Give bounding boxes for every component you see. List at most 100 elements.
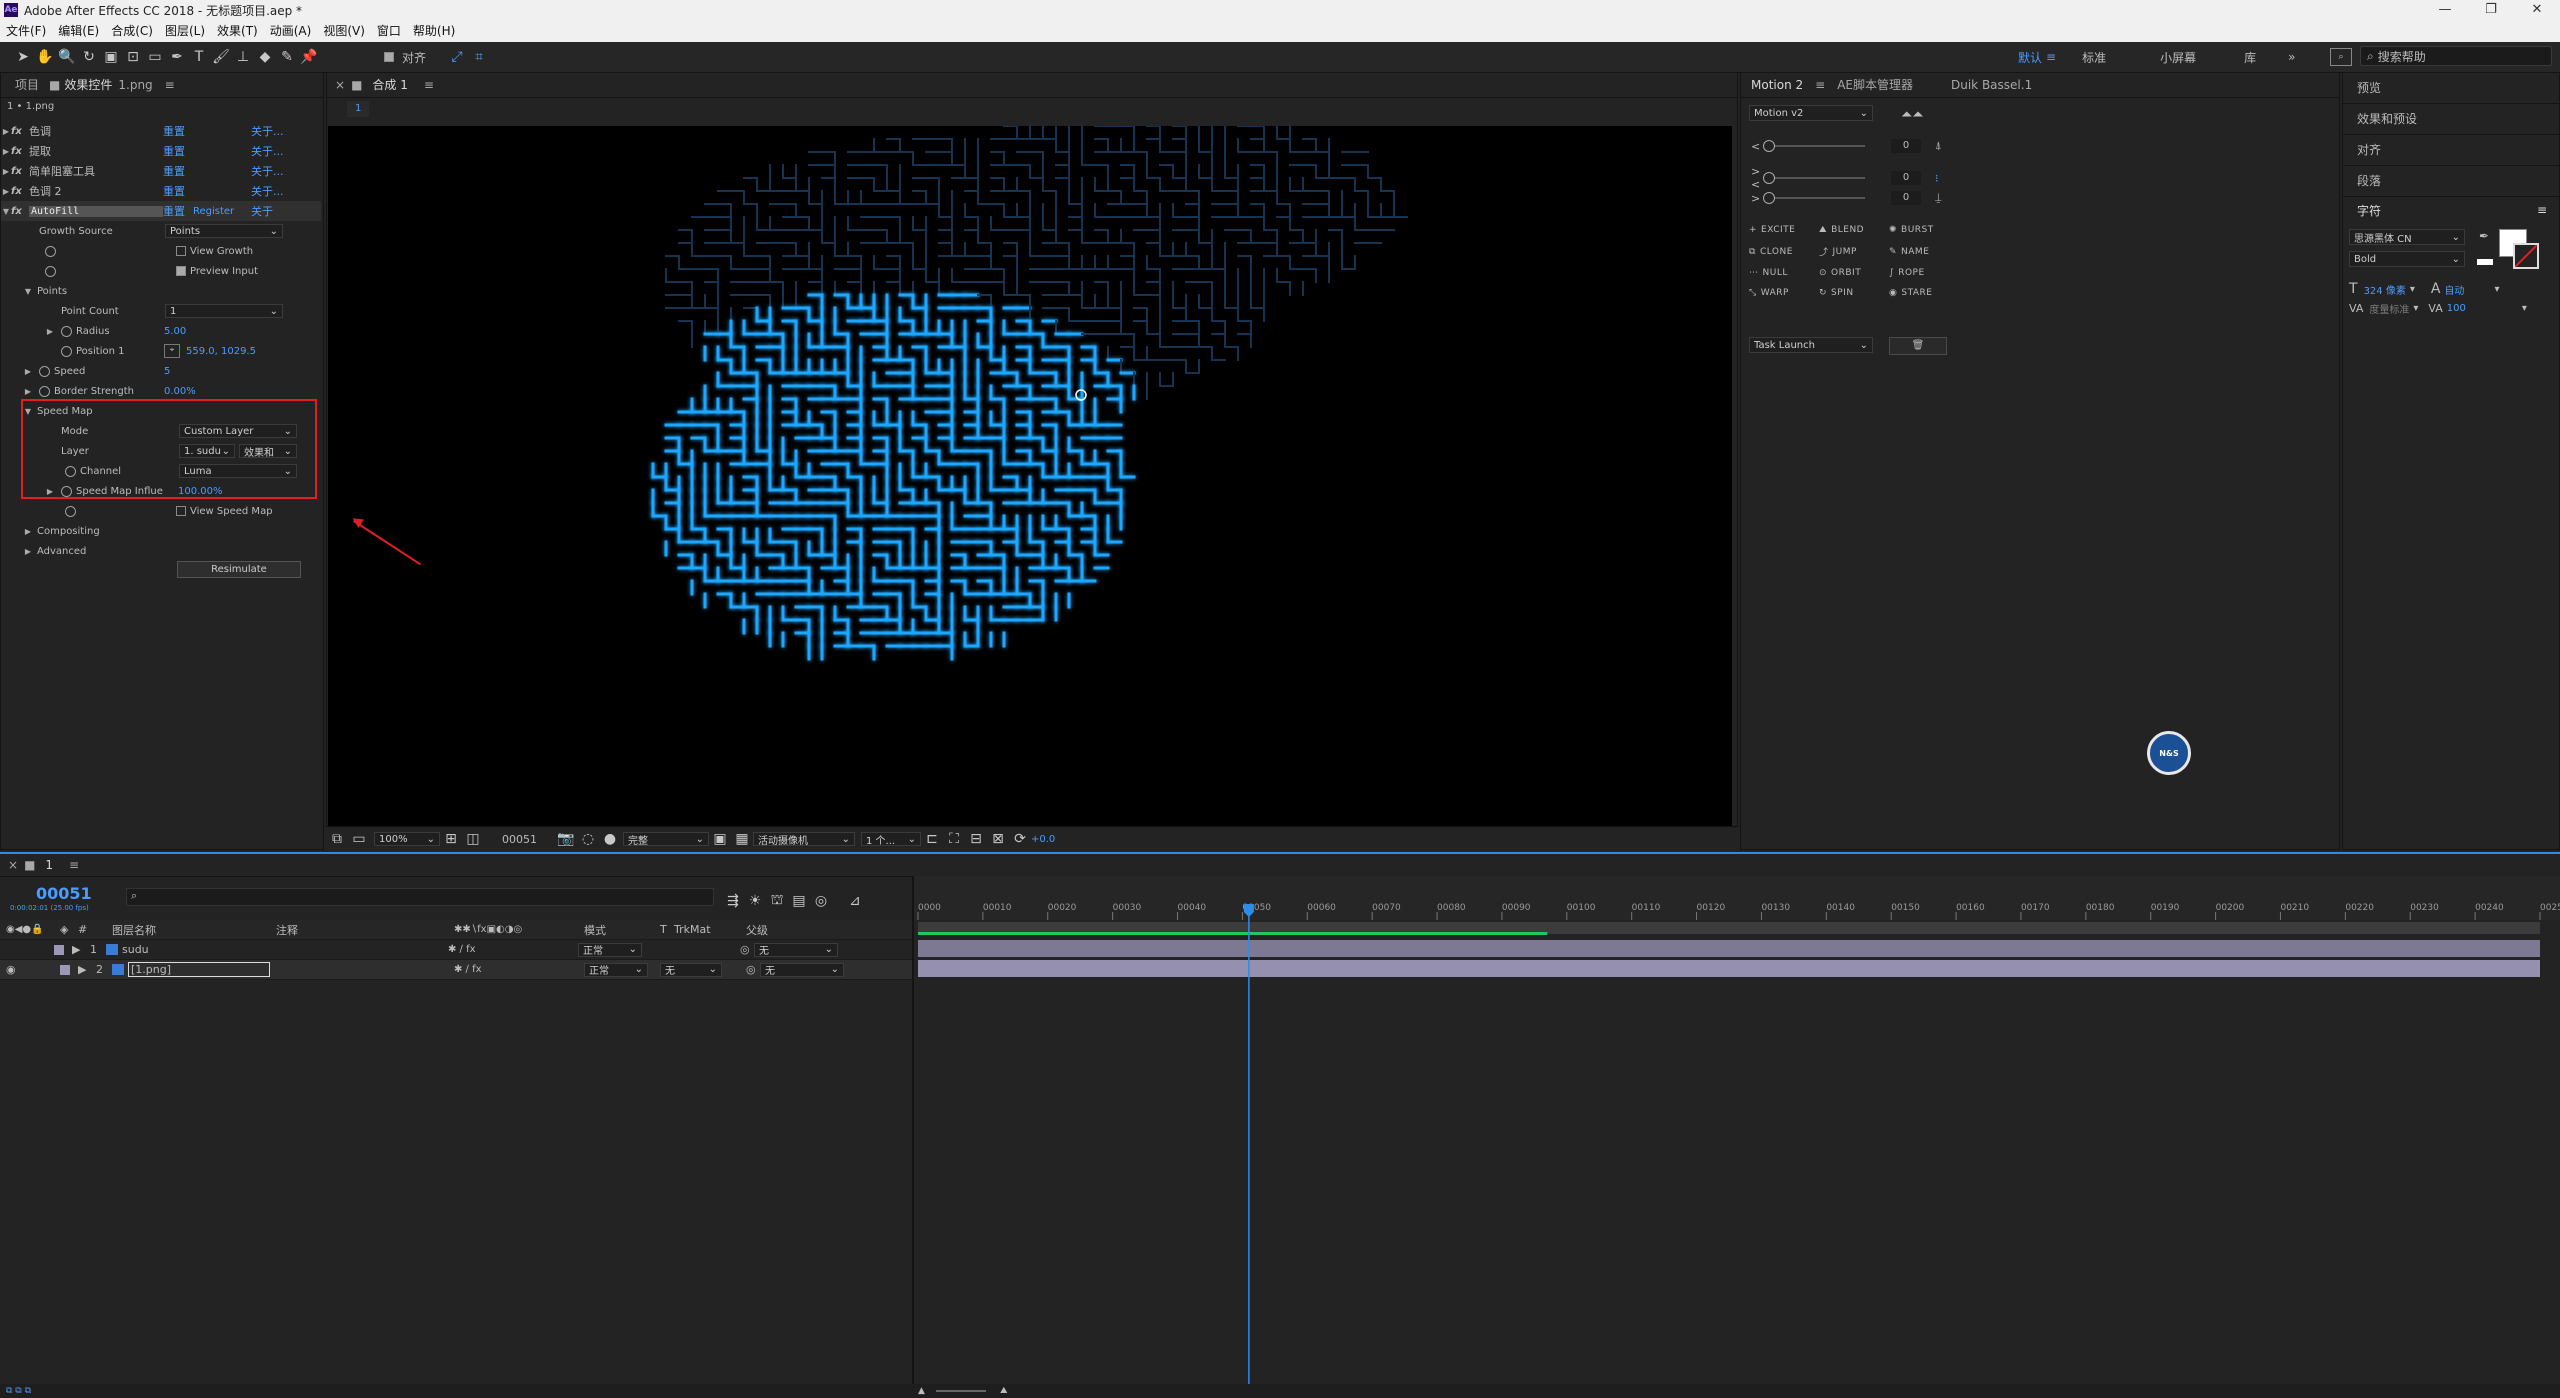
rope-button[interactable]: ∫ ROPE: [1889, 268, 1959, 278]
about-link[interactable]: 关于...: [251, 183, 284, 199]
ease-in-slider[interactable]: [1763, 140, 1865, 152]
workspace-small-screen[interactable]: 小屏幕: [2124, 49, 2214, 66]
graph-curve-icon[interactable]: ⏶⏶: [1901, 107, 1923, 123]
stopwatch-icon[interactable]: [61, 325, 72, 337]
tab-motion[interactable]: Motion 2: [1741, 74, 1811, 96]
border-value[interactable]: 0.00%: [164, 386, 196, 397]
crosshair-icon[interactable]: ⌖: [164, 344, 180, 358]
fx-icon[interactable]: fx: [11, 146, 29, 157]
maximize-button[interactable]: ❐: [2468, 0, 2514, 20]
paragraph-panel-tab[interactable]: 段落: [2343, 166, 2559, 197]
rectangle-tool-icon[interactable]: ▭: [144, 46, 166, 68]
chevron-down-icon[interactable]: ▾: [2413, 303, 2418, 314]
stopwatch-icon[interactable]: [65, 505, 76, 517]
expand-arrow-icon[interactable]: ▶: [23, 367, 33, 376]
current-timecode[interactable]: 00051: [36, 884, 92, 903]
zoom-dropdown[interactable]: 100% ⌄: [374, 832, 440, 846]
close-tab-icon[interactable]: ×: [327, 74, 349, 96]
effect-row-autofill[interactable]: ▼ fx AutoFill 重置 Register 关于: [1, 201, 321, 221]
menu-layer[interactable]: 图层(L): [159, 20, 211, 42]
fx-icon[interactable]: fx: [11, 166, 29, 177]
chevron-down-icon[interactable]: ▾: [2494, 284, 2499, 295]
roto-brush-tool-icon[interactable]: ✎: [276, 46, 298, 68]
menu-help[interactable]: 帮助(H): [407, 20, 461, 42]
comp-mini-flowchart-icon[interactable]: ⇶: [722, 890, 744, 912]
about-link[interactable]: 关于: [251, 203, 273, 219]
panel-menu-icon[interactable]: ≡: [157, 74, 183, 96]
pickwhip-icon[interactable]: ◎: [740, 943, 754, 956]
advanced-row[interactable]: ▶ Advanced: [1, 541, 321, 561]
stopwatch-icon[interactable]: [45, 245, 56, 257]
tracking-value[interactable]: 100: [2447, 303, 2466, 314]
null-button[interactable]: ⋯ NULL: [1749, 268, 1819, 278]
clone-stamp-tool-icon[interactable]: ⊥: [232, 46, 254, 68]
always-preview-icon[interactable]: ⧉: [326, 828, 348, 850]
expand-arrow-icon[interactable]: ▶: [1, 127, 11, 136]
timeline-icon[interactable]: ⊟: [965, 828, 987, 850]
mode-dropdown[interactable]: Custom Layer ⌄: [179, 424, 297, 438]
motion-blur-icon[interactable]: ◎: [810, 890, 832, 912]
ease-out-slider[interactable]: [1763, 192, 1865, 204]
kerning-value[interactable]: 度量标准: [2369, 301, 2409, 316]
tab-composition[interactable]: 合成 1: [364, 74, 415, 96]
layer-name[interactable]: sudu: [122, 943, 448, 956]
channel-dropdown[interactable]: Luma ⌄: [179, 464, 297, 478]
about-link[interactable]: 关于...: [251, 123, 284, 139]
tab-duik[interactable]: Duik Bassel.1: [1921, 74, 2040, 96]
time-graph[interactable]: 0000 00010 00020 00030 00040 00050 00060 00070 0…: [914, 876, 2560, 1386]
ease-both-slider[interactable]: [1763, 172, 1865, 184]
snap-option-icon[interactable]: ⤢: [446, 46, 468, 68]
tab-project[interactable]: 项目: [1, 74, 47, 96]
reset-link[interactable]: 重置: [163, 163, 251, 179]
compositing-row[interactable]: ▶ Compositing: [1, 521, 321, 541]
draft-3d-icon[interactable]: ☀: [744, 890, 766, 912]
burst-button[interactable]: ✺ BURST: [1889, 225, 1959, 235]
zoom-out-icon[interactable]: ▲: [918, 1386, 925, 1396]
register-link[interactable]: Register: [193, 206, 251, 217]
eyedropper-icon[interactable]: ✒: [2479, 229, 2489, 243]
anchor-bottom-icon[interactable]: ⍊: [1935, 191, 1942, 205]
panel-menu-icon[interactable]: ≡: [2537, 203, 2547, 217]
tab-script-manager[interactable]: AE脚本管理器: [1829, 74, 1921, 96]
expand-arrow-icon[interactable]: ▶: [1, 147, 11, 156]
align-panel-tab[interactable]: 对齐: [2343, 135, 2559, 166]
mask-visibility-icon[interactable]: ◫: [462, 828, 484, 850]
resimulate-button[interactable]: Resimulate: [177, 561, 301, 578]
layer-source-dropdown[interactable]: 效果和 ⌄: [239, 444, 297, 459]
hand-tool-icon[interactable]: ✋: [34, 46, 56, 68]
workspace-standard[interactable]: 标准: [2064, 49, 2124, 66]
rotate-tool-icon[interactable]: ↻: [78, 46, 100, 68]
viewer-timecode[interactable]: 00051: [502, 833, 537, 846]
slider-value[interactable]: 0: [1891, 191, 1921, 205]
fast-previews-icon[interactable]: ⛶: [943, 828, 965, 850]
layer-switches-icon[interactable]: ✱ ∕ fx: [448, 944, 578, 955]
about-link[interactable]: 关于...: [251, 163, 284, 179]
position-value[interactable]: 559.0, 1029.5: [186, 346, 256, 357]
stopwatch-icon[interactable]: [45, 265, 56, 277]
layer-duration-bar[interactable]: [918, 940, 2540, 957]
menu-effect[interactable]: 效果(T): [211, 20, 264, 42]
panel-menu-icon[interactable]: ≡: [416, 74, 442, 96]
stopwatch-icon[interactable]: [39, 385, 50, 397]
reset-link[interactable]: 重置: [163, 203, 193, 219]
brush-tool-icon[interactable]: 🖌: [210, 46, 232, 68]
reset-link[interactable]: 重置: [163, 183, 251, 199]
expand-arrow-icon[interactable]: ▶: [45, 487, 55, 496]
slider-value[interactable]: 0: [1891, 171, 1921, 185]
flowchart-icon[interactable]: ⊠: [987, 828, 1009, 850]
anchor-icon[interactable]: ⍋: [1935, 139, 1942, 153]
collapse-arrow-icon[interactable]: ▼: [23, 407, 33, 416]
transparency-grid-icon[interactable]: ▦: [731, 828, 753, 850]
effects-presets-panel-tab[interactable]: 效果和预设: [2343, 104, 2559, 135]
toggle-pixel-aspect-icon[interactable]: ⊏: [921, 828, 943, 850]
view-growth-checkbox[interactable]: [176, 246, 186, 256]
exposure-reset-icon[interactable]: ⟳: [1009, 828, 1031, 850]
motion-version-dropdown[interactable]: Motion v2 ⌄: [1749, 105, 1873, 121]
font-family-dropdown[interactable]: 思源黑体 CN ⌄: [2349, 229, 2465, 245]
tab-effect-controls[interactable]: 效果控件: [62, 74, 114, 96]
selection-tool-icon[interactable]: ➤: [12, 46, 34, 68]
jump-button[interactable]: ⤴ JUMP: [1819, 245, 1889, 259]
white-swatch[interactable]: [2477, 259, 2493, 265]
effect-row-tint-2[interactable]: ▶ fx 色调 2 重置 关于...: [1, 181, 321, 201]
camera-dropdown[interactable]: 活动摄像机 ⌄: [753, 832, 855, 847]
